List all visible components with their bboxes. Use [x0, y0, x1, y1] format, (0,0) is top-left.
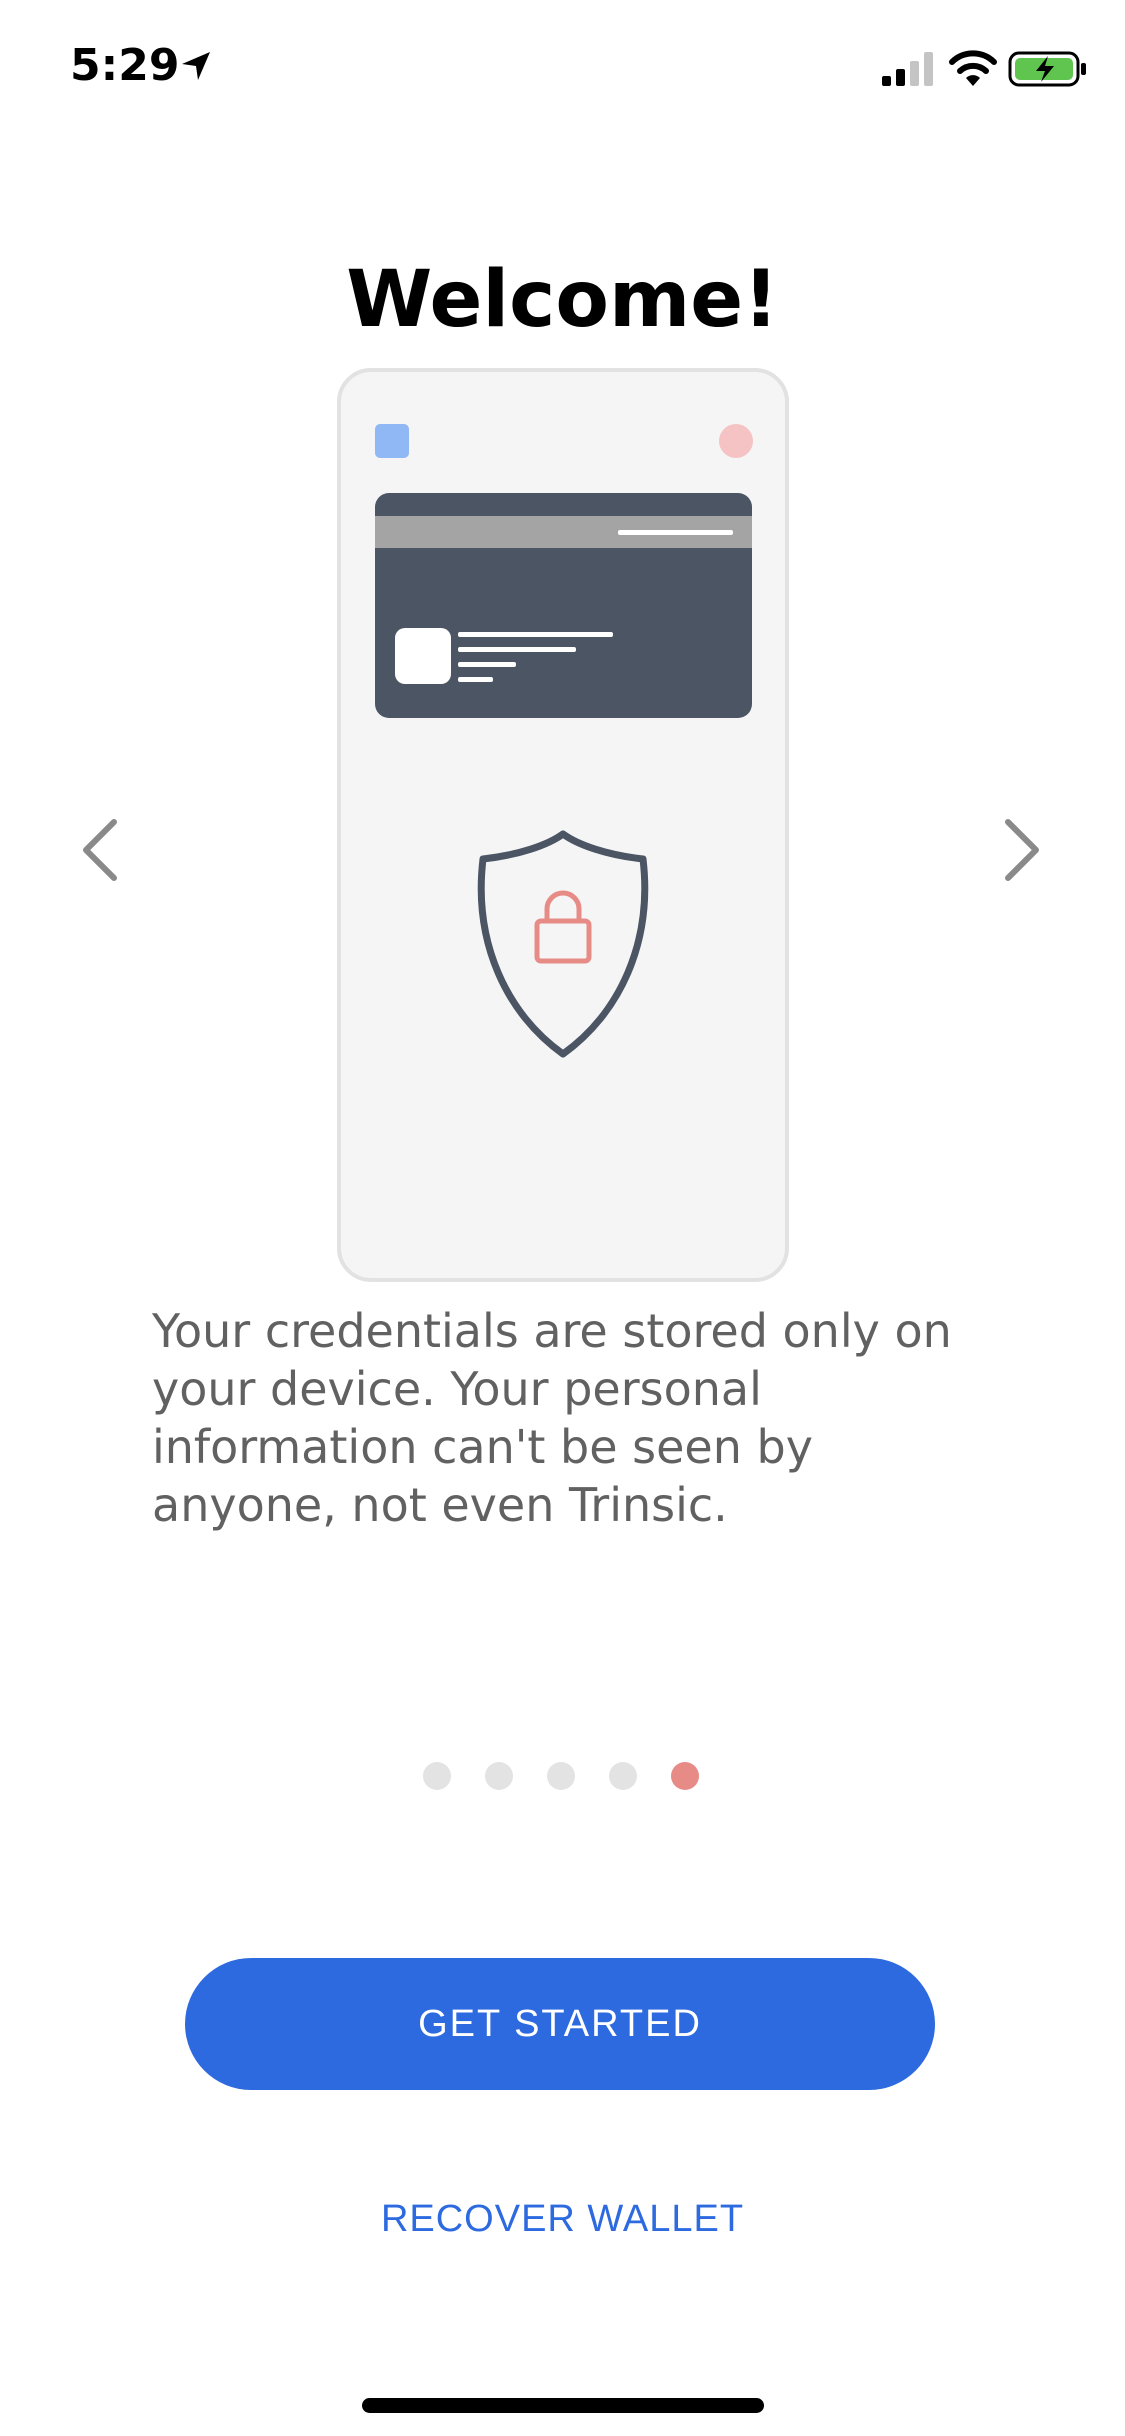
status-time: 5:29: [70, 40, 180, 91]
location-arrow-icon: [182, 52, 210, 80]
page-dot[interactable]: [485, 1762, 513, 1790]
chevron-right-icon[interactable]: [990, 810, 1050, 890]
page-dot[interactable]: [609, 1762, 637, 1790]
recover-wallet-link[interactable]: RECOVER WALLET: [0, 2198, 1125, 2241]
battery-charging-icon: [1008, 51, 1086, 87]
status-bar: 5:29: [0, 0, 1125, 140]
get-started-button[interactable]: GET STARTED: [185, 1958, 935, 2090]
page-dot[interactable]: [547, 1762, 575, 1790]
cellular-signal-icon: [882, 52, 933, 86]
onboarding-description: Your credentials are stored only on your…: [152, 1304, 952, 1532]
page-dot[interactable]: [423, 1762, 451, 1790]
wifi-icon: [949, 50, 997, 86]
phone-dot-indicator: [719, 424, 753, 458]
page-indicator: [423, 1762, 699, 1790]
page-dot-active[interactable]: [671, 1762, 699, 1790]
home-indicator[interactable]: [362, 2398, 764, 2413]
chevron-left-icon[interactable]: [72, 810, 132, 890]
page-title: Welcome!: [346, 255, 779, 345]
credential-card: [375, 493, 752, 718]
phone-square-indicator: [375, 424, 409, 458]
onboarding-illustration: [337, 368, 789, 1282]
